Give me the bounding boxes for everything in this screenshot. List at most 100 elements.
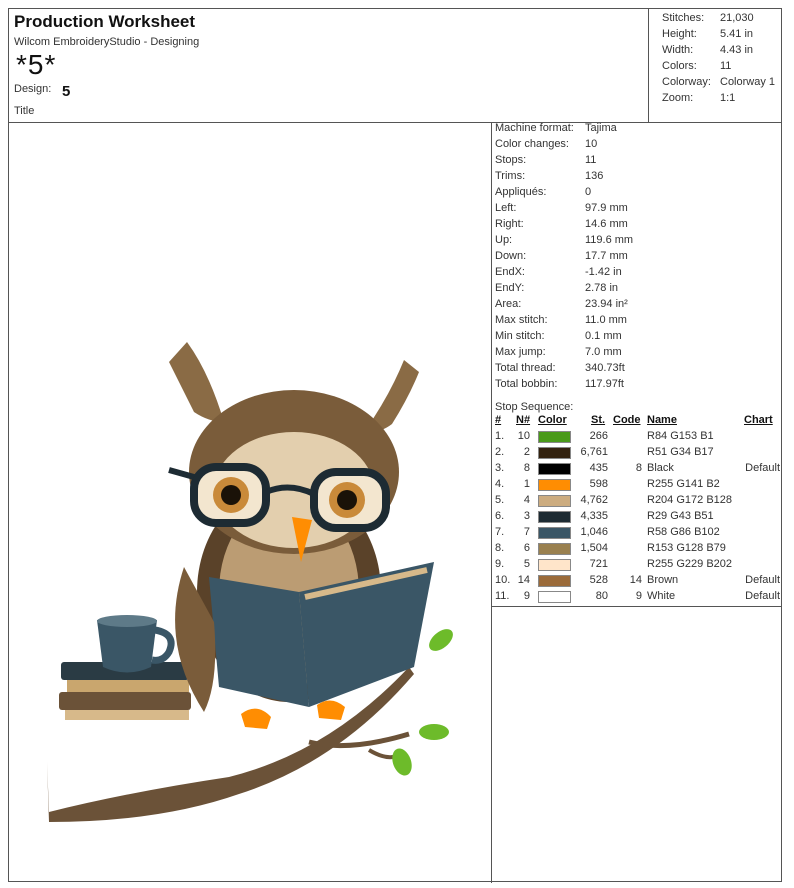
stop-cell-chart — [742, 542, 780, 558]
detail-label: Down: — [495, 250, 527, 262]
summary-value: Colorway 1 — [720, 76, 776, 88]
col-header-index: # — [495, 414, 502, 426]
owl-foot-right — [317, 700, 345, 720]
stop-cell-chart — [742, 430, 780, 446]
stop-cell-code — [612, 478, 642, 494]
owl-pupil-left — [221, 485, 241, 505]
color-swatch — [538, 479, 571, 491]
detail-value: 136 — [585, 170, 604, 182]
stop-cell-code — [612, 526, 642, 542]
worksheet-title: Production Worksheet — [14, 12, 196, 31]
detail-value: 11 — [585, 154, 597, 166]
owl-embroidery-illustration — [47, 342, 453, 822]
stop-cell-code — [612, 494, 642, 510]
stop-cell-n: 8 — [523, 462, 530, 474]
stop-cell-code: 14 — [629, 574, 642, 586]
color-swatch — [538, 543, 571, 555]
color-swatch — [538, 559, 571, 571]
stop-cell-chart: Default — [745, 590, 780, 602]
cup-rim — [97, 615, 157, 627]
color-swatch — [538, 511, 571, 523]
summary-label: Height: — [662, 28, 697, 40]
summary-value: 1:1 — [720, 92, 736, 104]
detail-value: 17.7 mm — [585, 250, 628, 262]
software-subtitle: Wilcom EmbroideryStudio - Designing — [14, 36, 200, 48]
stop-cell-n: 9 — [523, 590, 530, 602]
stop-cell-chart — [742, 510, 780, 526]
detail-value: 0.1 mm — [585, 330, 622, 342]
stop-cell-code — [612, 510, 642, 526]
design-value: 5 — [62, 83, 71, 100]
leaf-icon — [429, 629, 453, 651]
detail-label: Color changes: — [495, 138, 569, 150]
stop-cell-code — [612, 558, 642, 574]
detail-value: 117.97ft — [585, 378, 624, 390]
stop-cell-name: R84 G153 B1 — [647, 430, 714, 442]
summary-value: 21,030 — [720, 12, 754, 24]
summary-label: Stitches: — [662, 12, 705, 24]
stop-cell-name: R255 G141 B2 — [647, 478, 720, 490]
stop-cell-n: 10 — [517, 430, 530, 442]
summary-label: Colors: — [662, 60, 697, 72]
stop-cell-chart: Default — [745, 462, 780, 474]
detail-value: 119.6 mm — [585, 234, 634, 246]
detail-label: Min stitch: — [495, 330, 545, 342]
book-stack-pages — [67, 680, 189, 692]
stop-cell-chart — [742, 494, 780, 510]
detail-label: Max stitch: — [495, 314, 548, 326]
detail-value: 340.73ft — [585, 362, 625, 374]
coffee-cup-icon — [97, 620, 157, 673]
summary-label: Zoom: — [662, 92, 694, 104]
stop-cell-name: R153 G128 B79 — [647, 542, 726, 554]
color-swatch — [538, 495, 571, 507]
color-swatch — [538, 463, 571, 475]
stop-cell-name: R255 G229 B202 — [647, 558, 733, 570]
leaf-icon — [419, 724, 449, 740]
detail-label: Right: — [495, 218, 524, 230]
stop-cell-n: 3 — [523, 510, 530, 522]
stop-cell-code: 9 — [635, 590, 642, 602]
color-swatch — [538, 527, 571, 539]
detail-value: 10 — [585, 138, 598, 150]
leaf-icon — [392, 748, 412, 776]
stop-cell-name: R204 G172 B128 — [647, 494, 733, 506]
stop-cell-chart: Default — [745, 574, 780, 586]
stop-cell-n: 7 — [523, 526, 530, 538]
stop-cell-name: White — [647, 590, 676, 602]
stop-cell-name: R29 G43 B51 — [647, 510, 714, 522]
stop-cell-n: 5 — [523, 558, 530, 570]
col-header-stitches: St. — [591, 414, 606, 426]
owl-foot-left — [241, 708, 271, 729]
detail-label: Total bobbin: — [495, 378, 558, 390]
col-header-chart: Chart — [744, 414, 773, 426]
summary-value: 4.43 in — [720, 44, 754, 56]
color-swatch — [538, 447, 571, 459]
stop-cell-name: R58 G86 B102 — [647, 526, 720, 538]
stop-cell-chart — [742, 526, 780, 542]
detail-label: Up: — [495, 234, 513, 246]
worksheet-header: Production Worksheet Wilcom EmbroiderySt… — [9, 9, 781, 123]
detail-value: 11.0 mm — [585, 314, 627, 326]
stop-table-bottom-rule — [492, 606, 781, 607]
detail-value: 23.94 in² — [585, 298, 628, 310]
summary-label: Colorway: — [662, 76, 711, 88]
col-header-name: Name — [647, 414, 677, 426]
book-stack-bottom — [59, 692, 191, 710]
stop-sequence-label: Stop Sequence: — [495, 401, 574, 413]
worksheet-frame: Production Worksheet Wilcom EmbroiderySt… — [8, 8, 782, 883]
summary-value: 11 — [720, 60, 732, 72]
detail-label: Total thread: — [495, 362, 556, 374]
design-preview — [9, 122, 491, 883]
stop-cell-chart — [742, 558, 780, 574]
stop-cell-code — [612, 430, 642, 446]
owl-ear-tuft-left — [169, 342, 224, 422]
stop-cell-name: Black — [647, 462, 674, 474]
detail-value: 2.78 in — [585, 282, 619, 294]
col-header-color: Color — [538, 414, 567, 426]
stop-cell-chart — [742, 446, 780, 462]
color-swatch — [538, 431, 571, 443]
detail-label: Trims: — [495, 170, 526, 182]
summary-panel: Stitches: 21,030 Height: 5.41 in Width: 4.4… — [648, 9, 782, 122]
stop-cell-n: 6 — [523, 542, 530, 554]
detail-value: 7.0 mm — [585, 346, 622, 358]
